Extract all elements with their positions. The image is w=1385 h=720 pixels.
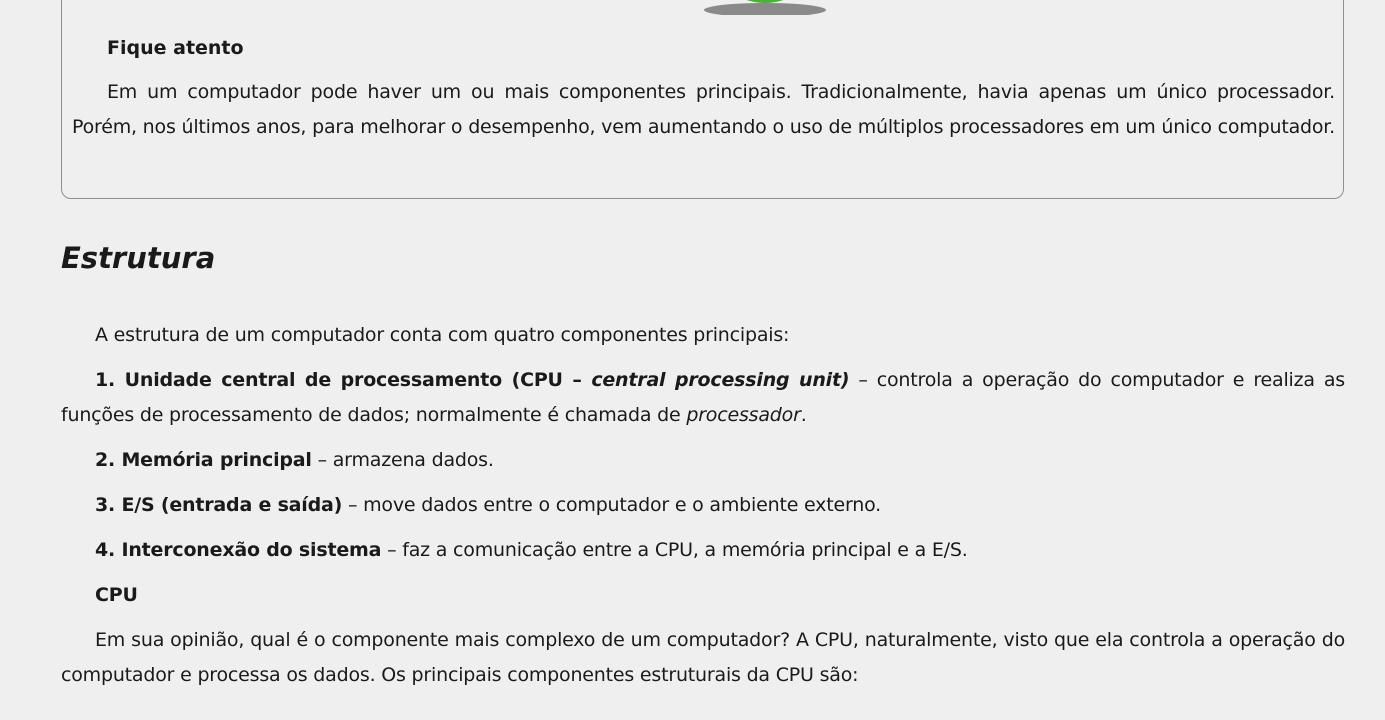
list-item-description: – move dados entre o computador e o ambi…: [342, 494, 882, 516]
section-content: A estrutura de um computador conta com q…: [61, 318, 1345, 703]
emphasized-term: processador: [686, 404, 801, 426]
list-item-label: 3. E/S (entrada e saída): [95, 494, 343, 516]
list-item-interconnect: 4. Interconexão do sistema – faz a comun…: [61, 533, 1345, 568]
list-item-cpu: 1. Unidade central de processamento (CPU…: [61, 369, 1346, 426]
callout-title: Fique atento: [107, 37, 244, 59]
green-ball-icon: [704, 0, 826, 15]
intro-paragraph: A estrutura de um computador conta com q…: [95, 324, 790, 346]
list-item-label: 2. Memória principal: [95, 449, 312, 471]
list-item-memory: 2. Memória principal – armazena dados.: [61, 443, 1345, 478]
callout-text: Em um computador pode haver um ou mais c…: [72, 81, 1335, 138]
attention-callout-box: Fique atento Em um computador pode haver…: [61, 0, 1344, 199]
list-item-label: 4. Interconexão do sistema: [95, 539, 382, 561]
section-title: Estrutura: [61, 241, 216, 275]
list-item-label: 1. Unidade central de processamento (CPU…: [95, 369, 850, 391]
list-item-io: 3. E/S (entrada e saída) – move dados en…: [61, 488, 1345, 523]
cpu-subheading: CPU: [95, 584, 138, 606]
list-item-description: – faz a comunicação entre a CPU, a memór…: [381, 539, 968, 561]
list-item-description: – armazena dados.: [311, 449, 494, 471]
cpu-paragraph: Em sua opinião, qual é o componente mais…: [61, 629, 1345, 686]
